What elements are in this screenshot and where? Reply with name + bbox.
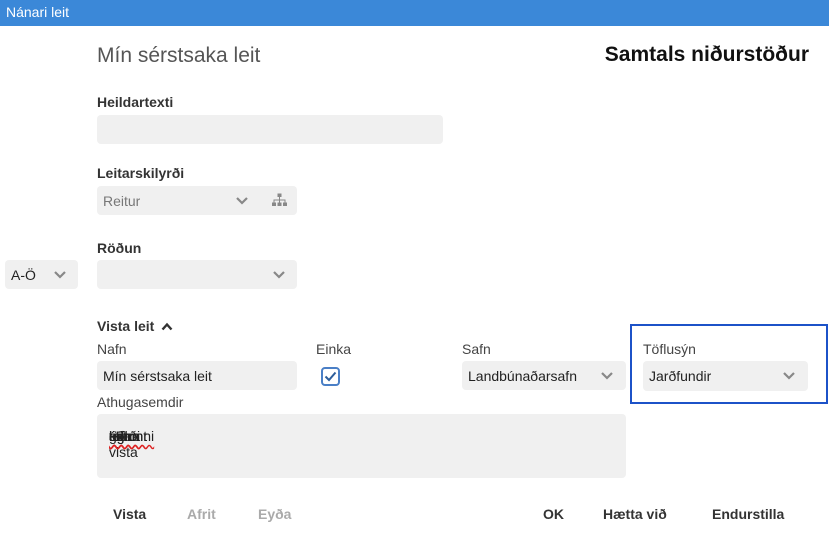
collection-value: Landbúnaðarsafn xyxy=(468,367,577,384)
chevron-up-icon xyxy=(161,322,173,331)
sort-order-select[interactable]: A-Ö xyxy=(5,260,78,289)
chevron-down-icon xyxy=(54,270,66,279)
notes-label: Athugasemdir xyxy=(97,394,184,410)
total-results-title: Samtals niðurstöður xyxy=(604,43,809,66)
table-view-label: Töflusýn xyxy=(643,341,696,357)
save-search-toggle[interactable]: Vista leit xyxy=(97,318,173,334)
name-input[interactable]: Mín sérstsaka leit xyxy=(97,361,297,390)
ok-button[interactable]: OK xyxy=(543,506,564,522)
name-label: Nafn xyxy=(97,341,127,357)
criteria-field-select[interactable]: Reitur xyxy=(97,186,297,215)
table-view-select[interactable]: Jarðfundir xyxy=(643,361,808,391)
chevron-down-icon xyxy=(236,196,248,205)
checkmark-icon xyxy=(324,371,337,382)
fulltext-label: Heildartexti xyxy=(97,94,174,110)
collection-label: Safn xyxy=(462,341,491,357)
fulltext-input[interactable] xyxy=(97,115,443,144)
hierarchy-icon[interactable] xyxy=(272,193,287,207)
collection-select[interactable]: Landbúnaðarsafn xyxy=(462,361,626,390)
saved-search-title: Mín sérstsaka leit xyxy=(97,44,261,67)
table-view-value: Jarðfundir xyxy=(649,368,712,384)
notes-textarea[interactable]: Hér er ég að vista mína leit ásamt töflu… xyxy=(97,414,626,478)
sort-field-select[interactable] xyxy=(97,260,297,289)
chevron-down-icon xyxy=(273,270,285,279)
sort-order-value: A-Ö xyxy=(11,266,36,283)
name-value: Mín sérstsaka leit xyxy=(103,367,212,384)
delete-button[interactable]: Eyða xyxy=(258,506,291,522)
cancel-button[interactable]: Hætta við xyxy=(603,506,667,522)
chevron-down-icon xyxy=(783,372,795,380)
criteria-placeholder: Reitur xyxy=(103,192,141,209)
window-title: Nánari leit xyxy=(6,4,70,20)
copy-button[interactable]: Afrit xyxy=(187,506,216,522)
sort-label: Röðun xyxy=(97,240,142,256)
save-search-label: Vista leit xyxy=(97,318,155,334)
chevron-down-icon xyxy=(601,371,613,380)
reset-button[interactable]: Endurstilla xyxy=(712,506,784,522)
save-button[interactable]: Vista xyxy=(113,506,146,522)
private-label: Einka xyxy=(316,341,352,357)
private-checkbox[interactable] xyxy=(321,367,340,386)
window-titlebar: Nánari leit xyxy=(0,0,829,26)
criteria-label: Leitarskilyrði xyxy=(97,165,185,181)
